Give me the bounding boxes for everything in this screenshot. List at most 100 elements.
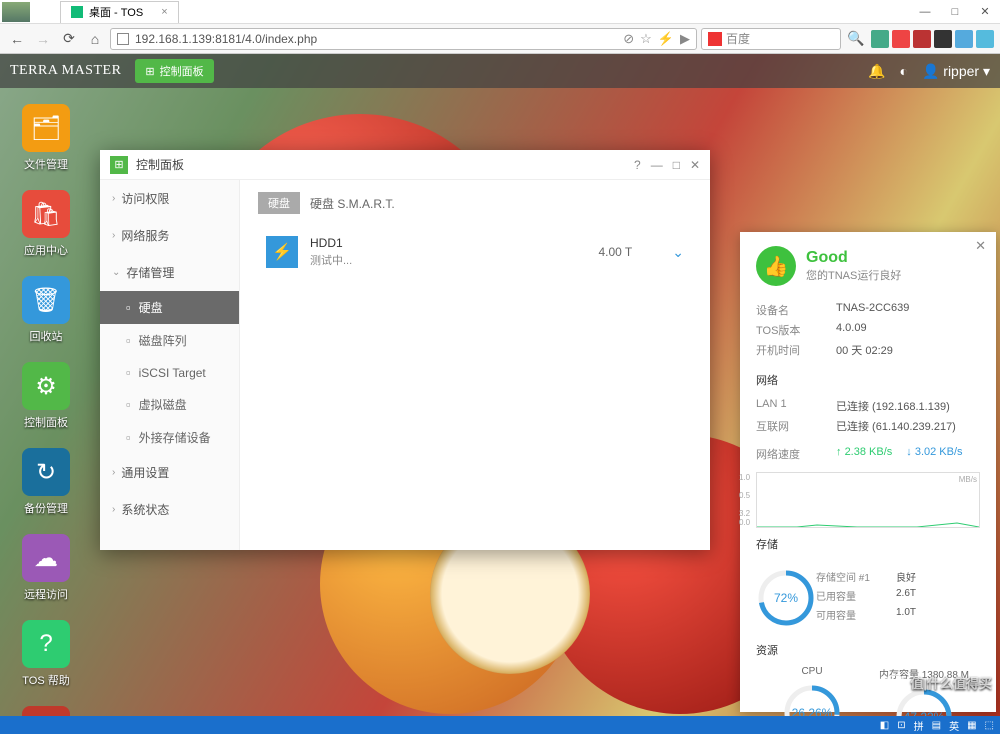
sidebar-section[interactable]: ›系统状态	[100, 491, 239, 528]
sidebar-item[interactable]: ▫ iSCSI Target	[100, 357, 239, 388]
desktop-icon[interactable]: ☁远程访问	[16, 534, 76, 602]
sidebar-item[interactable]: ▫虚拟磁盘	[100, 388, 239, 421]
section-label: 通用设置	[121, 464, 169, 481]
window-maximize-icon[interactable]: □	[673, 158, 680, 172]
window-close-icon[interactable]: ✕	[690, 158, 700, 172]
item-label: iSCSI Target	[139, 366, 206, 380]
panel-close-icon[interactable]: ✕	[975, 238, 986, 254]
sidebar-section[interactable]: ›通用设置	[100, 454, 239, 491]
browser-tab[interactable]: 桌面 - TOS ×	[60, 1, 179, 23]
section-label: 网络服务	[121, 227, 169, 244]
sidebar-section[interactable]: ⌄存储管理	[100, 254, 239, 291]
status-panel: ✕ 👍 Good 您的TNAS运行良好 设备名TNAS-2CC639TOS版本4…	[740, 232, 996, 712]
tray-icon[interactable]: ◧	[880, 720, 889, 731]
item-icon: ▫	[126, 300, 131, 315]
globe-icon[interactable]: ◐	[899, 63, 907, 79]
desktop-icon[interactable]: Aria2Aria2	[16, 706, 76, 716]
app-icon: 🛍	[22, 190, 70, 238]
tab-close-icon[interactable]: ×	[161, 6, 167, 18]
app-icon: ↻	[22, 448, 70, 496]
tray-icon[interactable]: ▦	[967, 720, 976, 731]
chevron-down-icon[interactable]: ⌄	[672, 244, 684, 261]
window-minimize-icon[interactable]: —	[651, 158, 663, 172]
search-box[interactable]: 百度	[701, 28, 841, 50]
thumbs-up-icon: 👍	[756, 246, 796, 286]
item-label: 磁盘阵列	[139, 332, 187, 349]
forward-button[interactable]: →	[32, 28, 54, 50]
sidebar-section[interactable]: ›网络服务	[100, 217, 239, 254]
upload-speed: ↑ 2.38 KB/s	[836, 446, 892, 462]
windows-taskbar[interactable]: ◧ ⊡ 拼 ▤ 英 ▦ ⬚	[0, 716, 1000, 734]
user-menu[interactable]: 👤 ripper ▾	[922, 63, 990, 80]
sidebar-item[interactable]: ▫磁盘阵列	[100, 324, 239, 357]
stop-icon[interactable]: ⊘	[623, 31, 634, 47]
desktop-icon[interactable]: 🗂文件管理	[16, 104, 76, 172]
app-icon: ?	[22, 620, 70, 668]
sidebar-section[interactable]: ›访问权限	[100, 180, 239, 217]
cpu-label: CPU	[756, 666, 868, 677]
status-good-sub: 您的TNAS运行良好	[806, 267, 901, 283]
desktop-icon[interactable]: 🛍应用中心	[16, 190, 76, 258]
desktop-icon[interactable]: ?TOS 帮助	[16, 620, 76, 688]
tray-icon[interactable]: ⬚	[985, 720, 994, 731]
breadcrumb: 硬盘 硬盘 S.M.A.R.T.	[258, 192, 692, 214]
window-controls: — □ ✕	[910, 0, 1000, 24]
tray-icon[interactable]: ▤	[932, 720, 941, 731]
chevron-icon: ⌄	[112, 267, 120, 278]
ext-icon-3[interactable]	[913, 30, 931, 48]
status-row: 开机时间00 天 02:29	[756, 340, 980, 360]
icon-label: 文件管理	[16, 156, 76, 172]
site-identity-icon[interactable]	[117, 33, 129, 45]
browser-titlebar: 桌面 - TOS × — □ ✕	[0, 0, 1000, 24]
tray-icon[interactable]: 拼	[914, 718, 924, 733]
ext-icon-4[interactable]	[934, 30, 952, 48]
bolt-icon[interactable]: ⚡	[658, 31, 674, 47]
back-button[interactable]: ←	[6, 28, 28, 50]
desktop-icon[interactable]: ↻备份管理	[16, 448, 76, 516]
star-icon[interactable]: ☆	[640, 31, 652, 47]
minimize-button[interactable]: —	[910, 0, 940, 24]
item-icon: ▫	[126, 365, 131, 380]
desktop-icon[interactable]: ⚙控制面板	[16, 362, 76, 430]
status-row: 设备名TNAS-2CC639	[756, 300, 980, 320]
section-storage: 存储	[740, 532, 996, 556]
nav-control-panel[interactable]: ⊞ 控制面板	[135, 59, 213, 83]
hdd-icon: ⚡	[266, 236, 298, 268]
search-go-icon[interactable]: 🔍	[845, 28, 867, 50]
window-titlebar[interactable]: ⊞ 控制面板 ? — □ ✕	[100, 150, 710, 180]
addr-action-icons: ⊘ ☆ ⚡ ▶	[623, 31, 690, 47]
close-button[interactable]: ✕	[970, 0, 1000, 24]
watermark-icon	[884, 674, 906, 696]
cpu-gauge: 26.26%	[782, 683, 842, 716]
watermark: 值|什么值得买	[884, 673, 992, 696]
status-row: 互联网已连接 (61.140.239.217)	[756, 416, 980, 436]
tray-icon[interactable]: 英	[949, 718, 959, 733]
help-icon[interactable]: ?	[634, 158, 641, 172]
ext-icon-1[interactable]	[871, 30, 889, 48]
ext-icon-5[interactable]	[955, 30, 973, 48]
home-button[interactable]: ⌂	[84, 28, 106, 50]
ext-icon-2[interactable]	[892, 30, 910, 48]
tos-desktop: TERRA MASTER ⊞ 控制面板 🔔 ◐ 👤 ripper ▾ 🗂文件管理…	[0, 54, 1000, 716]
sidebar-item[interactable]: ▫硬盘	[100, 291, 239, 324]
control-panel-window: ⊞ 控制面板 ? — □ ✕ ›访问权限›网络服务⌄存储管理▫硬盘▫磁盘阵列▫i…	[100, 150, 710, 550]
storage-gauge: 72%	[756, 568, 816, 628]
ext-icon-6[interactable]	[976, 30, 994, 48]
network-chart: MB/s 1.00.53.20.0	[756, 472, 980, 528]
maximize-button[interactable]: □	[940, 0, 970, 24]
tray-icon[interactable]: ⊡	[897, 720, 905, 731]
bell-icon[interactable]: 🔔	[868, 63, 885, 80]
sidebar-item[interactable]: ▫外接存储设备	[100, 421, 239, 454]
hdd-row[interactable]: ⚡ HDD1 测试中... 4.00 T ⌄	[258, 228, 692, 276]
address-bar[interactable]: 192.168.1.139:8181/4.0/index.php ⊘ ☆ ⚡ ▶	[110, 28, 697, 50]
hdd-status: 测试中...	[310, 252, 598, 268]
gear-icon: ⊞	[145, 65, 154, 78]
play-icon[interactable]: ▶	[680, 31, 690, 47]
section-label: 系统状态	[121, 501, 169, 518]
desktop-icons: 🗂文件管理 🛍应用中心 🗑回收站 ⚙控制面板 ↻备份管理 ☁远程访问 ?TOS 帮助 Aria…	[16, 104, 76, 716]
desktop-icon[interactable]: 🗑回收站	[16, 276, 76, 344]
item-label: 虚拟磁盘	[139, 396, 187, 413]
search-placeholder: 百度	[726, 30, 750, 47]
icon-label: 控制面板	[16, 414, 76, 430]
reload-button[interactable]: ⟳	[58, 28, 80, 50]
